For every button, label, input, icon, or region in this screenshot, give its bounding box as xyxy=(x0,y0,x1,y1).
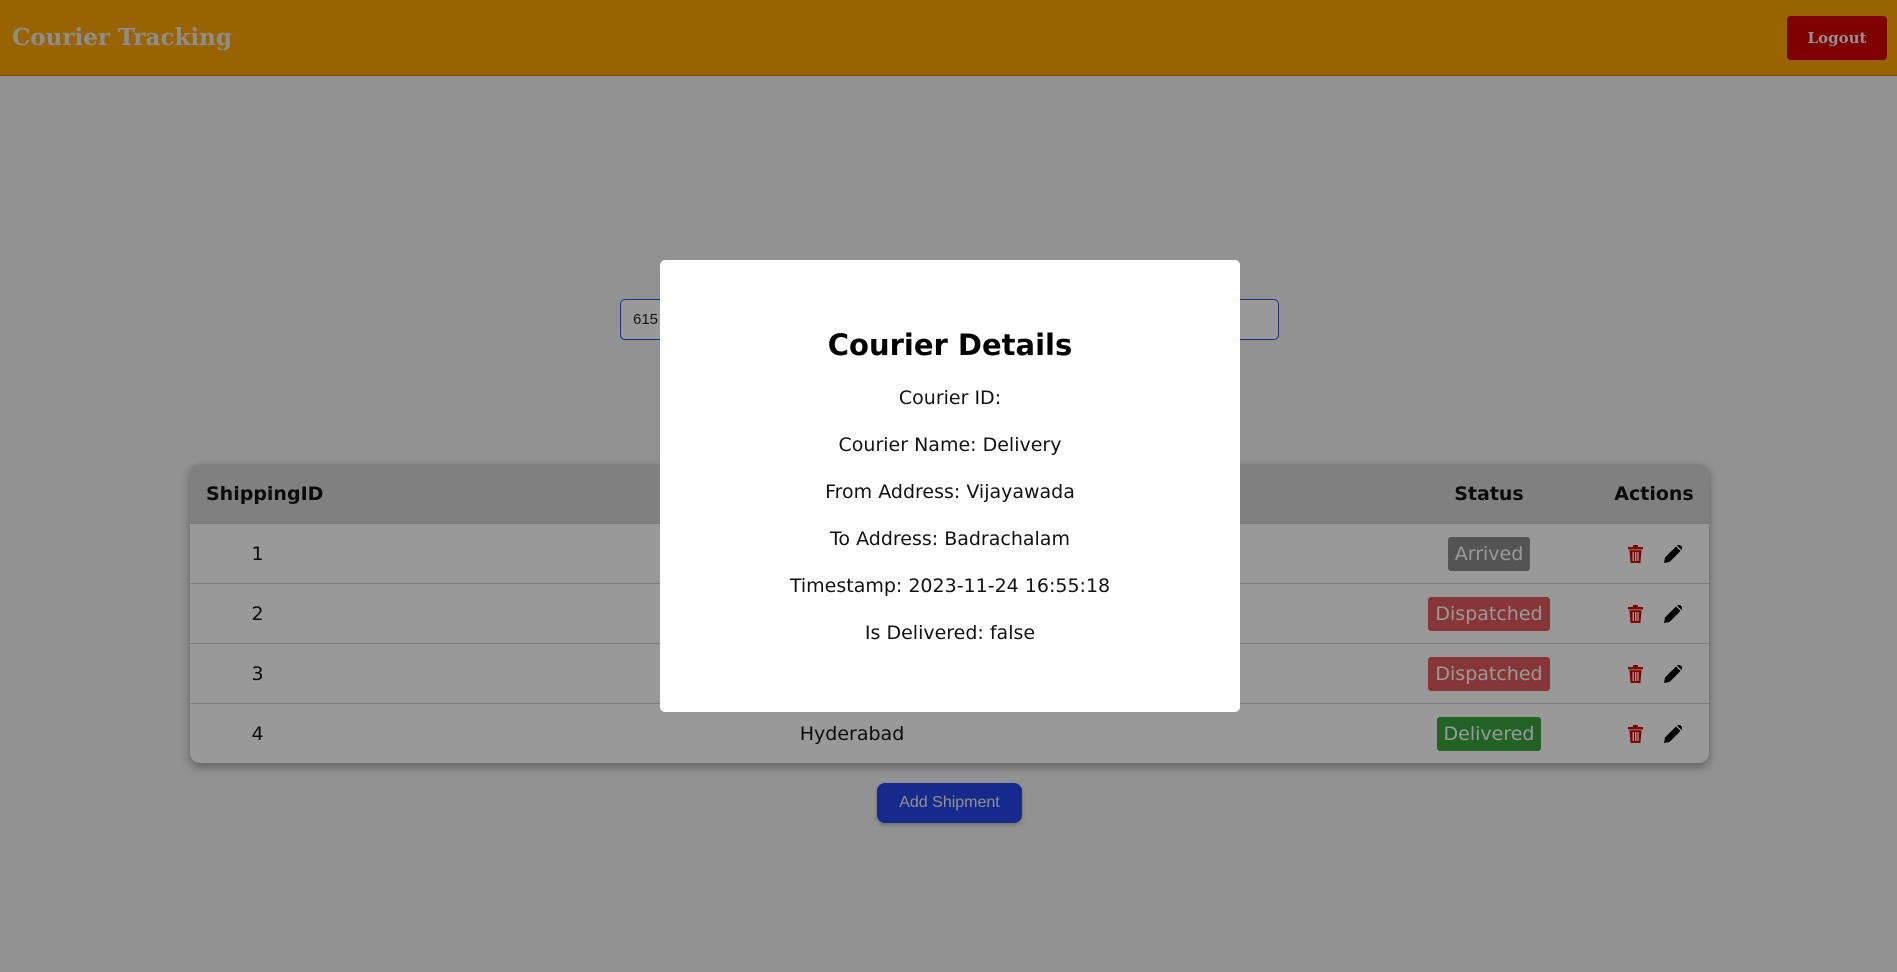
timestamp-text: Timestamp: 2023-11-24 16:55:18 xyxy=(789,575,1111,597)
is-delivered-text: Is Delivered: false xyxy=(864,622,1036,644)
modal-title: Courier Details xyxy=(827,328,1073,362)
courier-details-modal: Courier Details Courier ID: Courier Name… xyxy=(660,260,1240,712)
courier-name-text: Courier Name: Delivery xyxy=(838,434,1062,456)
from-address-text: From Address: Vijayawada xyxy=(825,481,1075,503)
to-address-text: To Address: Badrachalam xyxy=(830,528,1070,550)
courier-id-text: Courier ID: xyxy=(898,387,1002,409)
